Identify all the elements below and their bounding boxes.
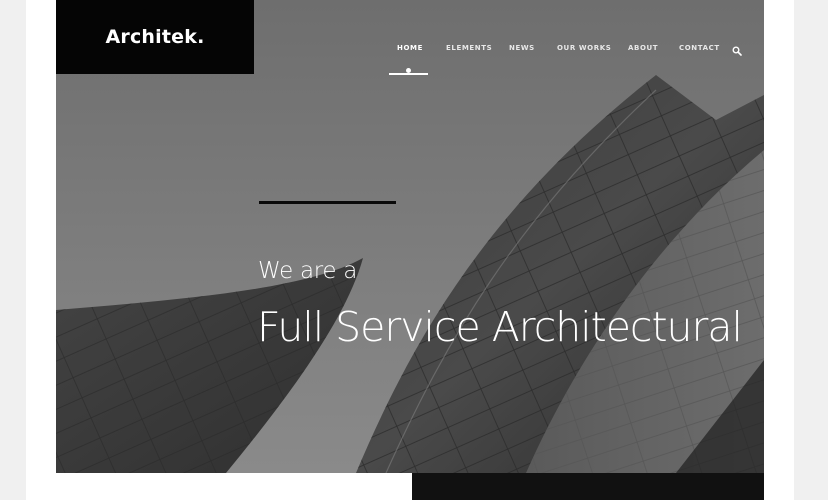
nav-item-home[interactable]: HOME xyxy=(397,44,423,52)
nav-item-about[interactable]: ABOUT xyxy=(628,44,658,52)
nav-item-contact[interactable]: CONTACT xyxy=(679,44,720,52)
main-navigation: HOME ELEMENTS NEWS OUR WORKS ABOUT CONTA… xyxy=(56,44,764,75)
hero-section: Architek. HOME ELEMENTS NEWS OUR WORKS A… xyxy=(56,0,764,473)
hero-divider-rule xyxy=(259,201,396,204)
hero-title: Full Service Architectural xyxy=(257,303,743,351)
search-icon[interactable] xyxy=(732,46,742,56)
dark-section-block xyxy=(412,473,764,500)
nav-item-news[interactable]: NEWS xyxy=(509,44,535,52)
nav-item-our-works[interactable]: OUR WORKS xyxy=(557,44,611,52)
nav-active-underline xyxy=(389,73,428,75)
nav-item-elements[interactable]: ELEMENTS xyxy=(446,44,492,52)
hero-subtitle: We are a xyxy=(258,258,358,284)
